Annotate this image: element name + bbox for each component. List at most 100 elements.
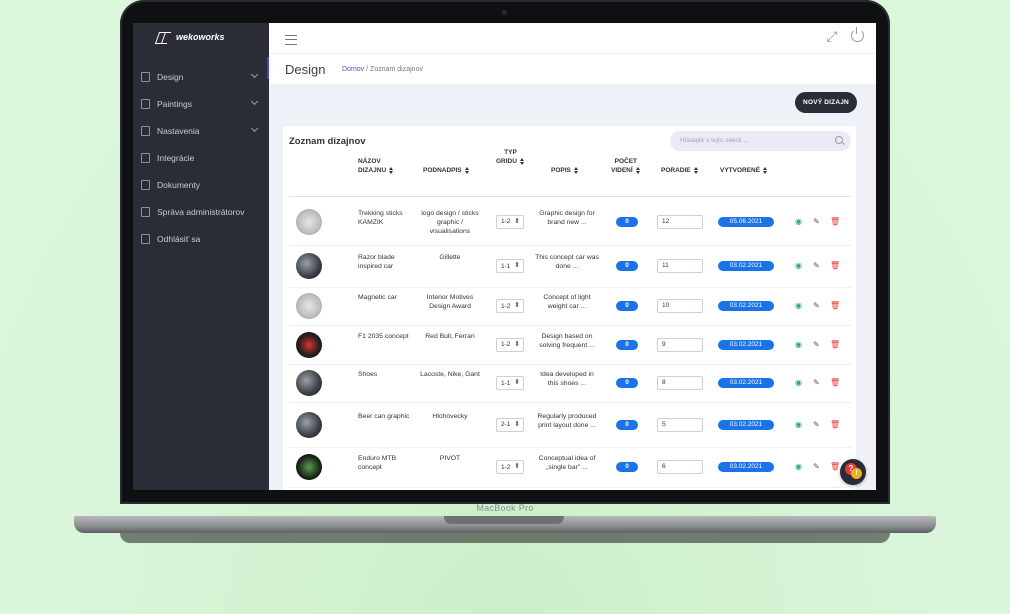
created-date-badge: 03.02.2021 <box>718 261 774 271</box>
new-design-button[interactable]: NOVÝ DIZAJN <box>795 92 857 113</box>
sidebar-item-label: Správa administrátorov <box>157 207 245 217</box>
created-date-badge: 03.02.2021 <box>718 301 774 311</box>
view-count-badge: 0 <box>616 419 638 430</box>
design-name[interactable]: Beer can graphic <box>358 412 410 421</box>
design-subtitle: Gillette <box>439 254 461 261</box>
view-icon[interactable]: ◉ <box>795 261 802 270</box>
col-header-description[interactable]: POPIS <box>551 166 579 175</box>
edit-icon[interactable]: ✎ <box>813 378 820 387</box>
search-icon[interactable] <box>835 136 843 144</box>
col-header-subtitle[interactable]: PODNADPIS <box>423 166 470 175</box>
sidebar-item[interactable]: Design <box>133 64 269 90</box>
grid-type-select[interactable]: 2-1 <box>496 417 524 432</box>
edit-icon[interactable]: ✎ <box>813 217 820 226</box>
power-icon[interactable] <box>851 27 864 42</box>
document-icon <box>141 180 150 190</box>
view-count-badge: 0 <box>616 261 638 271</box>
design-name[interactable]: Trekking sticks KAMZIK <box>358 209 410 227</box>
logo[interactable]: wekoworks <box>154 30 245 44</box>
order-input[interactable]: 6 <box>657 460 703 474</box>
chevron-down-icon <box>250 124 259 133</box>
table-row[interactable]: Shoes Lacoste, Nike, Gant 1-1 Idea develope… <box>289 364 851 403</box>
col-header-order[interactable]: PORADIE <box>661 166 699 175</box>
order-input[interactable]: 11 <box>657 259 703 273</box>
search-placeholder: Hľadajte v tejto sekcii ... <box>680 137 749 144</box>
search-input[interactable]: Hľadajte v tejto sekcii ... <box>670 131 851 151</box>
col-header-grid[interactable]: TYP GRIDU <box>496 148 525 166</box>
table-row[interactable]: Beer can graphic Hlohovecky 2-1 Regularly p… <box>289 402 851 448</box>
grid-type-select[interactable]: 1-2 <box>496 299 524 313</box>
sidebar-item-label: Design <box>157 72 184 82</box>
grid-type-select[interactable]: 1-2 <box>496 214 524 229</box>
grid-type-select[interactable]: 1-1 <box>496 376 524 390</box>
edit-icon[interactable]: ✎ <box>813 462 820 471</box>
view-icon[interactable]: ◉ <box>795 301 802 310</box>
view-count-badge: 0 <box>616 339 638 350</box>
menu-icon[interactable] <box>285 35 297 45</box>
order-input[interactable]: 10 <box>657 299 703 313</box>
col-header-views[interactable]: POČET VIDENÍ <box>611 157 641 175</box>
view-icon[interactable]: ◉ <box>795 217 802 226</box>
design-name[interactable]: F1 2035 concept <box>358 332 410 341</box>
design-name[interactable]: Magnetic car <box>358 293 410 302</box>
order-input[interactable]: 8 <box>657 376 703 390</box>
topbar: ⤢ <box>269 23 876 54</box>
design-thumbnail <box>296 370 322 396</box>
delete-icon[interactable]: 🗑 <box>830 420 840 429</box>
header-divider <box>289 196 851 197</box>
design-description: This concept car was done ... <box>535 254 599 270</box>
sidebar-item[interactable]: Dokumenty <box>133 172 269 198</box>
sidebar-item[interactable]: Integrácie <box>133 145 269 171</box>
sidebar-item[interactable]: Nastavenia <box>133 118 269 144</box>
breadcrumb-current: Zoznam dizajnov <box>370 66 423 73</box>
view-count-badge: 0 <box>616 462 638 472</box>
delete-icon[interactable]: 🗑 <box>830 261 840 270</box>
order-input[interactable]: 12 <box>657 214 703 229</box>
file-icon <box>141 99 150 109</box>
delete-icon[interactable]: 🗑 <box>830 301 840 310</box>
view-icon[interactable]: ◉ <box>795 420 802 429</box>
edit-icon[interactable]: ✎ <box>813 340 820 349</box>
design-name[interactable]: Razor blade inspired car <box>358 253 410 271</box>
delete-icon[interactable]: 🗑 <box>830 217 840 226</box>
grid-type-select[interactable]: 1-2 <box>496 337 524 352</box>
table-row[interactable]: Trekking sticks KAMZIK logo design / stic… <box>289 198 851 246</box>
design-description: Design based on solving frequent ... <box>539 332 595 349</box>
delete-icon[interactable]: 🗑 <box>830 378 840 387</box>
design-name[interactable]: Shoes <box>358 370 410 379</box>
design-name[interactable]: Enduro MTB concept <box>358 454 410 472</box>
sidebar-item[interactable]: Odhlásiť sa <box>133 226 269 252</box>
sidebar-item[interactable]: Správa administrátorov <box>133 199 269 225</box>
grid-type-select[interactable]: 1-2 <box>496 460 524 474</box>
fullscreen-icon[interactable]: ⤢ <box>825 29 839 43</box>
table-row[interactable]: Razor blade inspired car Gillette 1-1 This … <box>289 245 851 288</box>
table-row[interactable]: Enduro MTB concept PIVOT 1-2 Conceptual ide… <box>289 447 851 488</box>
chevron-down-icon <box>250 70 259 79</box>
order-input[interactable]: 5 <box>657 417 703 432</box>
order-input[interactable]: 9 <box>657 337 703 352</box>
view-icon[interactable]: ◉ <box>795 462 802 471</box>
app-screen: wekoworks Design Paintings Nastavenia Integ… <box>133 23 876 490</box>
circle-icon <box>141 153 150 163</box>
sort-icon <box>573 166 579 174</box>
view-icon[interactable]: ◉ <box>795 340 802 349</box>
table-row[interactable]: Magnetic car Interior Motives Design Awar… <box>289 287 851 326</box>
grid-type-select[interactable]: 1-1 <box>496 259 524 273</box>
delete-icon[interactable]: 🗑 <box>830 462 840 471</box>
edit-icon[interactable]: ✎ <box>813 261 820 270</box>
breadcrumb-home[interactable]: Domov <box>342 66 364 73</box>
col-header-created[interactable]: VYTVORENÉ <box>720 166 768 175</box>
edit-icon[interactable]: ✎ <box>813 420 820 429</box>
sidebar-item-label: Integrácie <box>157 153 195 163</box>
view-icon[interactable]: ◉ <box>795 378 802 387</box>
edit-icon[interactable]: ✎ <box>813 301 820 310</box>
col-header-name[interactable]: NÁZOV DIZAJNU <box>358 157 394 175</box>
sort-icon <box>635 166 641 174</box>
table-row[interactable]: F1 2035 concept Red Bull, Ferrari 1-2 Desig… <box>289 325 851 365</box>
sort-icon <box>763 166 768 174</box>
sidebar-item[interactable]: Paintings <box>133 91 269 117</box>
help-widget[interactable]: ? ! <box>840 459 866 485</box>
sidebar-item-label: Dokumenty <box>157 180 200 190</box>
delete-icon[interactable]: 🗑 <box>830 340 840 349</box>
file-icon <box>141 72 150 82</box>
